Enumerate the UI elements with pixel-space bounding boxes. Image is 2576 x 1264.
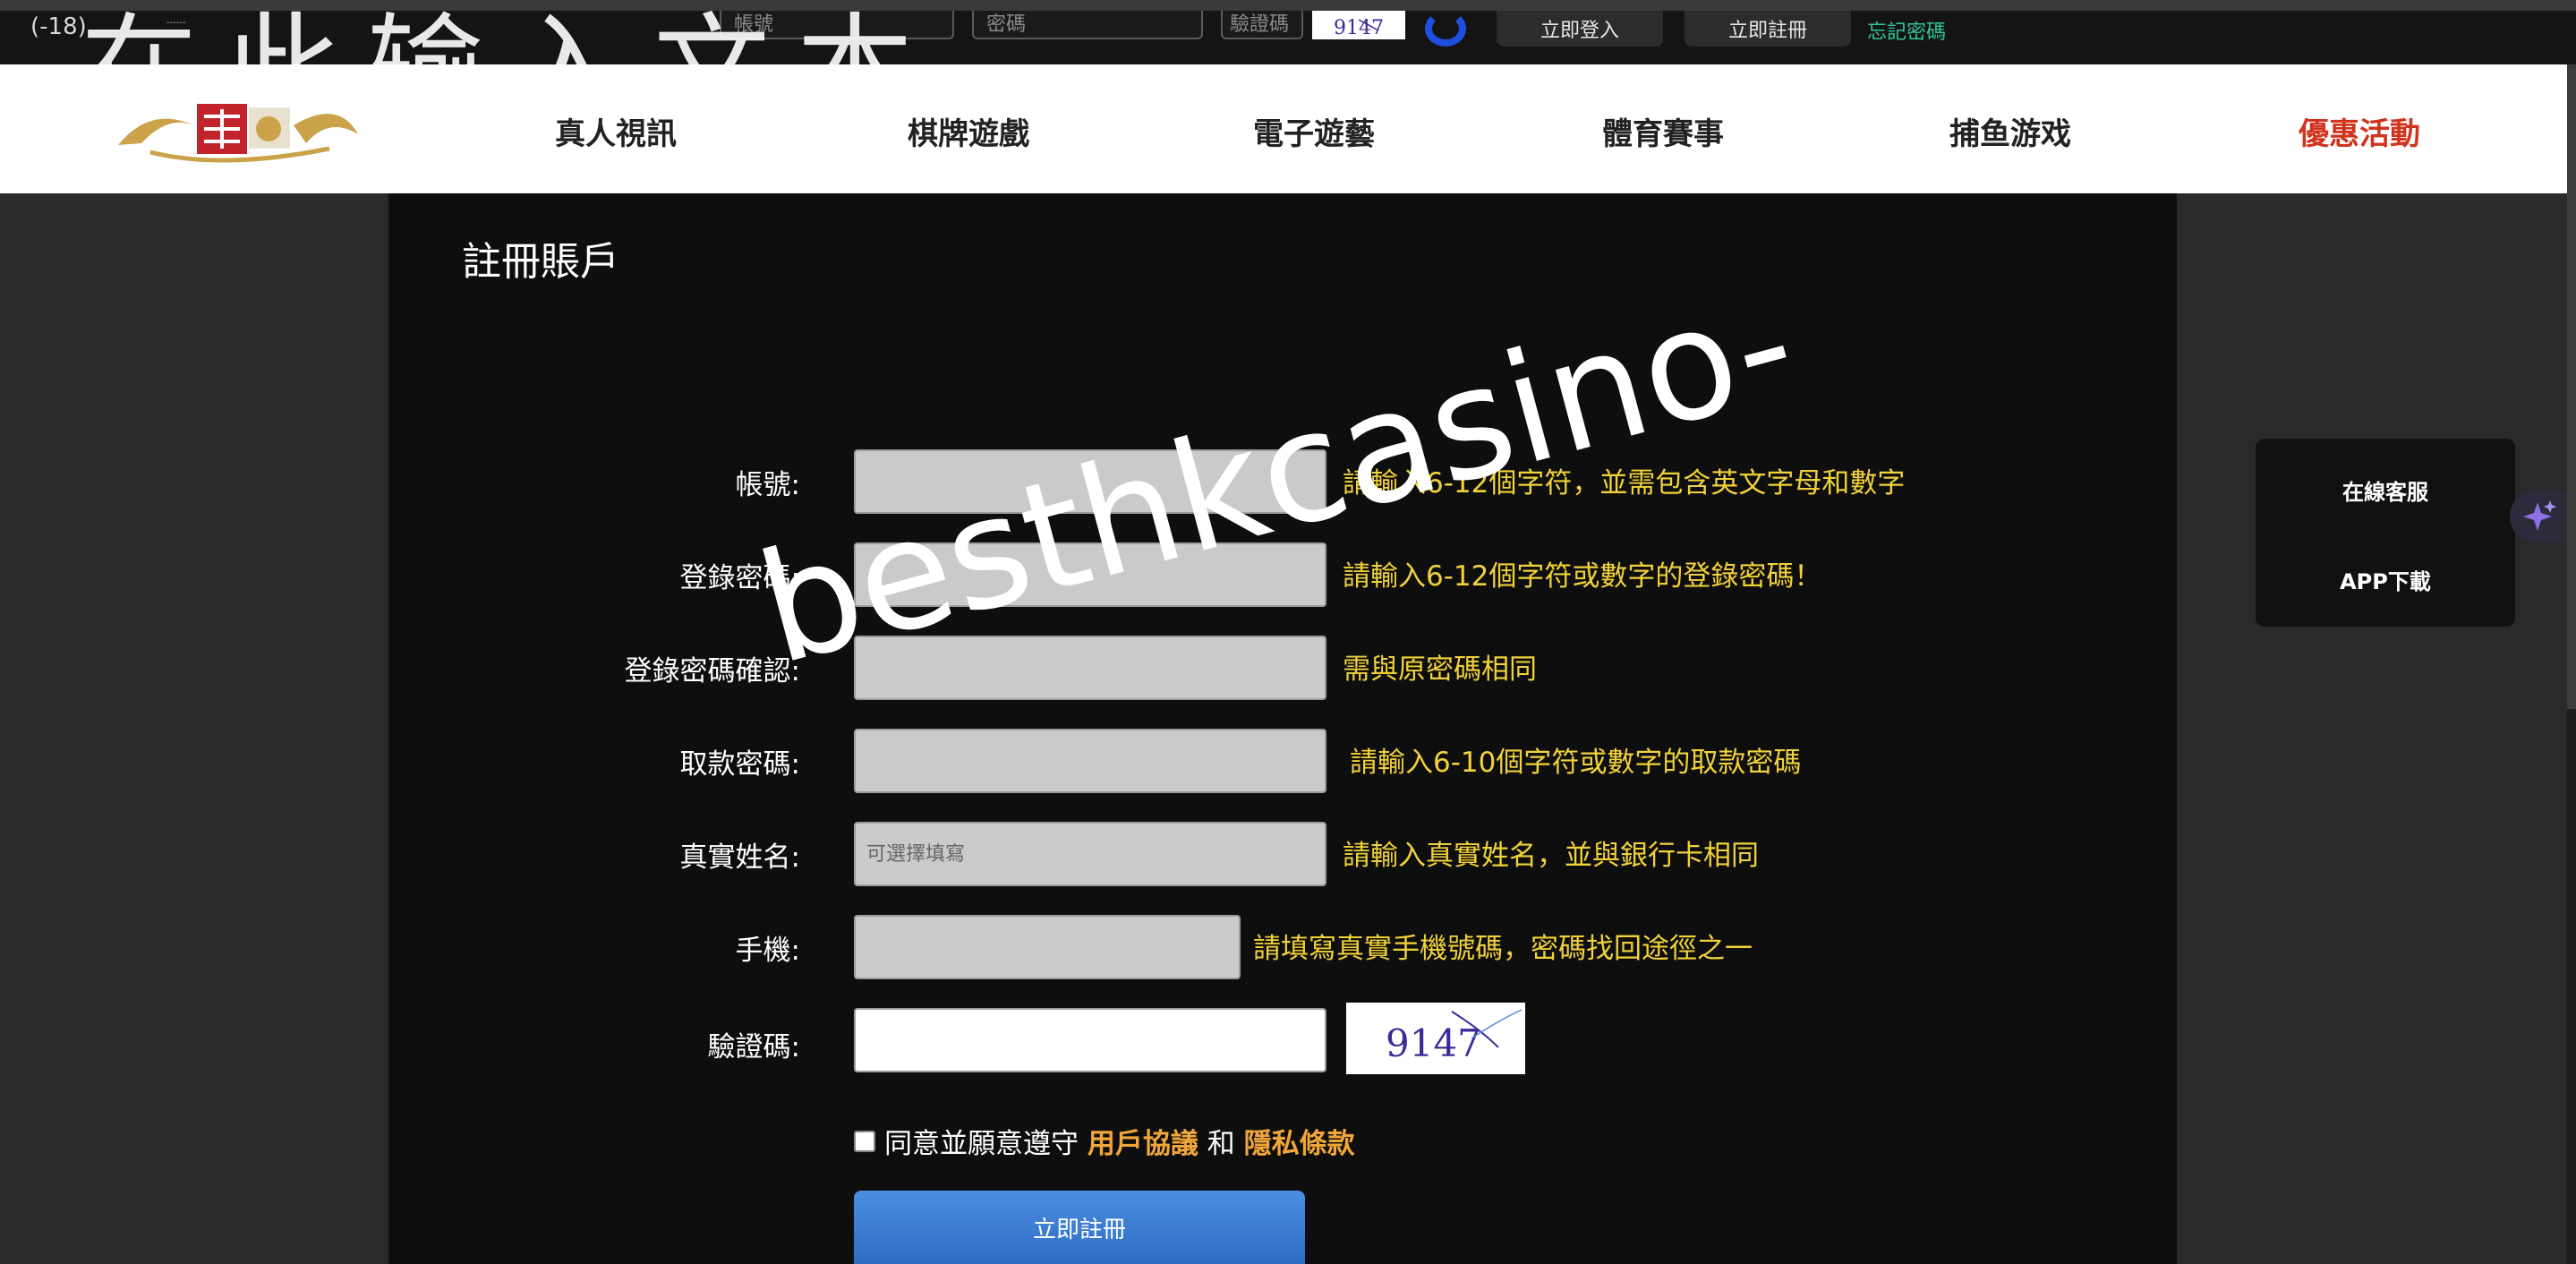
top-register-button[interactable]: 立即註冊 [1685,11,1851,47]
label-password-confirm: 登錄密碼確認: [624,655,800,688]
floating-side-panel: 在線客服 APP下載 [2256,439,2515,627]
label-captcha: 驗證碼: [707,1031,800,1063]
label-password: 登錄密碼: [679,562,800,594]
hint-real-name: 請輸入真實姓名，並與銀行卡相同 [1343,840,1759,872]
site-logo[interactable] [115,90,365,170]
hint-phone: 請填寫真實手機號碼，密碼找回途徑之一 [1253,933,1753,965]
phone-field[interactable] [854,915,1241,979]
page-scrollbar-thumb[interactable] [2567,64,2576,709]
withdraw-password-field[interactable] [854,729,1326,793]
login-button[interactable]: 立即登入 [1497,11,1663,47]
forgot-password-link[interactable]: 忘記密碼 [1867,16,1946,45]
nav-slots[interactable]: 電子遊藝 [1253,109,1375,153]
nav-sports[interactable]: 體育賽事 [1602,109,1724,153]
hint-account: 請輸入6-12個字符，並需包含英文字母和數字 [1343,467,1906,500]
side-live-support[interactable]: 在線客服 [2256,474,2515,506]
nav-live-casino[interactable]: 真人視訊 [555,109,677,153]
top-captcha-image[interactable]: 9147 [1312,11,1405,39]
main-navigation: 真人視訊 棋牌遊戲 電子遊藝 體育賽事 捕鱼游戏 優惠活動 [0,64,2567,193]
hint-password: 請輸入6-12個字符或數字的登錄密碼！ [1343,560,1822,593]
password-input[interactable] [972,11,1203,39]
captcha-image[interactable]: 9147 [1346,1003,1525,1074]
captcha-text: 9147 [1386,1021,1481,1065]
form-labels: 帳號: 登錄密碼: 登錄密碼確認: 取款密碼: 真實姓名: 手機: 驗證碼: [388,193,800,1264]
registration-panel: 註冊賬戶 帳號: 登錄密碼: 登錄密碼確認: 取款密碼: 真實姓名: 手機: 驗… [388,193,2177,1264]
real-name-field[interactable] [854,822,1326,886]
nav-promotions[interactable]: 優惠活動 [2299,109,2420,153]
captcha-field[interactable] [854,1008,1326,1072]
hint-withdraw-password: 請輸入6-10個字符或數字的取款密碼 [1350,747,1802,779]
user-agreement-link[interactable]: 用戶協議 [1088,1121,1198,1161]
hint-password-confirm: 需與原密碼相同 [1343,653,1537,686]
overlay-placeholder-text: 在此输入文本 [81,11,941,82]
label-withdraw-password: 取款密碼: [679,748,800,781]
agreement-row: 同意並願意遵守 用戶協議 和 隱私條款 [854,1121,1355,1161]
nav-fishing[interactable]: 捕鱼游戏 [1949,109,2071,153]
sparkle-icon[interactable] [2510,491,2569,542]
refresh-captcha-icon[interactable] [1425,11,1466,47]
side-app-download[interactable]: APP下載 [2256,564,2515,595]
age-restriction-label: (-18) [30,13,87,40]
nav-card-games[interactable]: 棋牌遊戲 [908,109,1029,153]
agree-checkbox[interactable] [854,1130,875,1152]
label-account: 帳號: [735,469,800,501]
verify-code-input[interactable] [1221,11,1303,39]
agree-and: 和 [1207,1128,1235,1160]
password-field[interactable] [854,542,1326,607]
password-confirm-field[interactable] [854,636,1326,700]
privacy-policy-link[interactable]: 隱私條款 [1244,1121,1355,1161]
label-real-name: 真實姓名: [679,841,800,874]
account-field[interactable] [854,449,1326,514]
register-submit-button[interactable]: 立即註冊 [854,1191,1305,1264]
agree-prefix: 同意並願意遵守 [884,1128,1079,1160]
label-phone: 手機: [735,935,800,967]
